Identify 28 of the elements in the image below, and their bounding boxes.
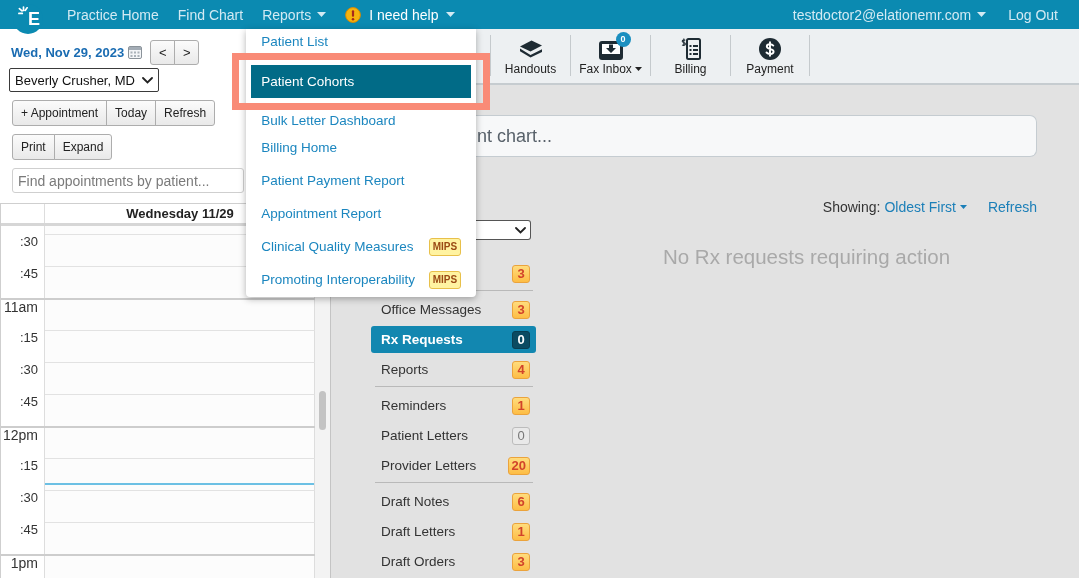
count-badge: 0 bbox=[615, 32, 631, 47]
count-badge: 3 bbox=[512, 264, 530, 283]
time-label: :45 bbox=[19, 267, 38, 281]
time-label: :30 bbox=[19, 363, 38, 377]
empty-message: No Rx requests requiring action bbox=[662, 245, 951, 269]
time-label: :45 bbox=[19, 523, 38, 537]
time-label: :15 bbox=[19, 331, 38, 345]
mips-badge: MIPS bbox=[428, 237, 462, 256]
count-badge: 0 bbox=[512, 426, 530, 445]
mips-badge: MIPS bbox=[428, 270, 462, 289]
count-badge: 1 bbox=[512, 522, 530, 541]
date-label: Wed, Nov 29, 2023 bbox=[11, 45, 125, 60]
count-badge: 1 bbox=[512, 396, 530, 415]
sort-label: Showing: bbox=[822, 199, 881, 215]
time-label: 11am bbox=[4, 300, 38, 314]
time-label: :15 bbox=[19, 459, 38, 473]
time-label: 12pm bbox=[2, 428, 38, 442]
count-badge: 3 bbox=[512, 300, 530, 319]
count-badge: 20 bbox=[507, 456, 530, 475]
count-badge: 3 bbox=[512, 552, 530, 571]
count-badge: 0 bbox=[512, 330, 530, 349]
time-label: :30 bbox=[19, 491, 38, 505]
time-label: 1pm bbox=[10, 556, 38, 570]
time-label: :30 bbox=[19, 235, 38, 249]
time-label: :45 bbox=[19, 395, 38, 409]
count-badge: 4 bbox=[512, 360, 530, 379]
day-header: Wednesday 11/29 bbox=[126, 206, 234, 221]
count-badge: 6 bbox=[512, 492, 530, 511]
